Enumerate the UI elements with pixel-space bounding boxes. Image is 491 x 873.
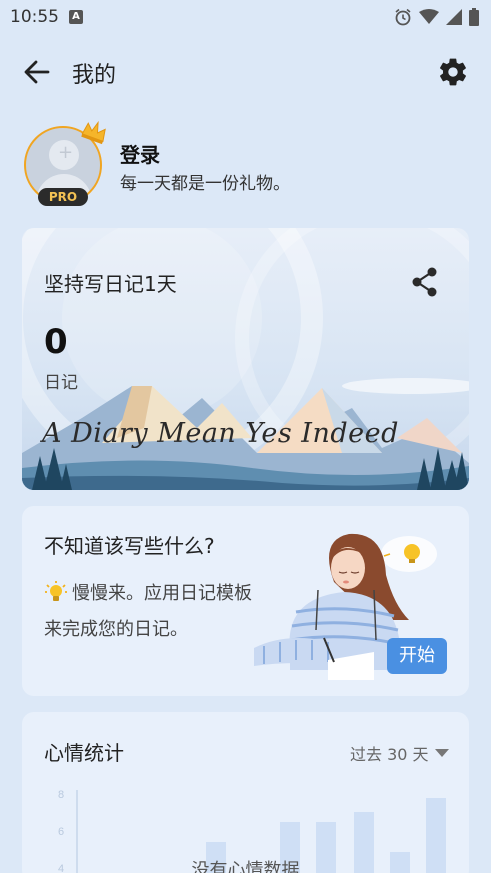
avatar[interactable]: + PRO — [24, 120, 106, 206]
axis-tick-label: 8 — [58, 789, 64, 801]
diary-count: 0 — [44, 322, 68, 362]
wifi-icon — [419, 9, 439, 24]
axis-tick-label: 6 — [58, 826, 64, 838]
streak-text: 坚持写日记1天 — [44, 272, 177, 296]
battery-icon — [469, 8, 479, 26]
prompt-title: 不知道该写些什么? — [44, 534, 215, 558]
range-label: 过去 30 天 — [350, 745, 429, 764]
diary-count-label: 日记 — [44, 373, 78, 393]
signal-icon — [446, 9, 462, 25]
arrow-left-icon[interactable] — [22, 58, 52, 86]
chevron-down-icon — [434, 749, 449, 757]
start-button[interactable]: 开始 — [387, 638, 447, 674]
pro-badge: PRO — [38, 188, 88, 206]
prompt-body-text: 慢慢来。应用日记模板来完成您的日记。 — [44, 583, 252, 640]
login-link[interactable]: 登录 — [120, 139, 160, 168]
writing-prompt-card: 不知道该写些什么? 慢慢来。应用日记模板来完成您的日记。 开始 — [22, 506, 469, 696]
lightbulb-icon — [45, 581, 67, 601]
notification-a-icon: A — [69, 10, 83, 24]
status-bar: 10:55 A — [0, 0, 491, 34]
share-icon[interactable] — [410, 266, 440, 298]
gear-icon[interactable] — [437, 56, 469, 88]
page-title: 我的 — [72, 63, 117, 88]
prompt-body: 慢慢来。应用日记模板来完成您的日记。 — [44, 576, 254, 648]
diary-slogan: A Diary Mean Yes Indeed — [42, 418, 399, 449]
mood-title: 心情统计 — [44, 741, 124, 765]
app-bar: 我的 — [0, 44, 491, 100]
range-dropdown[interactable]: 过去 30 天 — [350, 741, 449, 765]
mood-stats-card: 心情统计 过去 30 天 864 没有心情数据 — [22, 712, 469, 873]
status-time: 10:55 — [10, 7, 59, 27]
diary-streak-card[interactable]: 坚持写日记1天 0 日记 A Diary Mean Yes Indeed — [22, 228, 469, 490]
alarm-icon — [395, 8, 411, 26]
empty-mood-message: 没有心情数据 — [191, 860, 300, 873]
add-photo-icon: + — [58, 142, 74, 163]
profile-tagline: 每一天都是一份礼物。 — [120, 174, 290, 194]
